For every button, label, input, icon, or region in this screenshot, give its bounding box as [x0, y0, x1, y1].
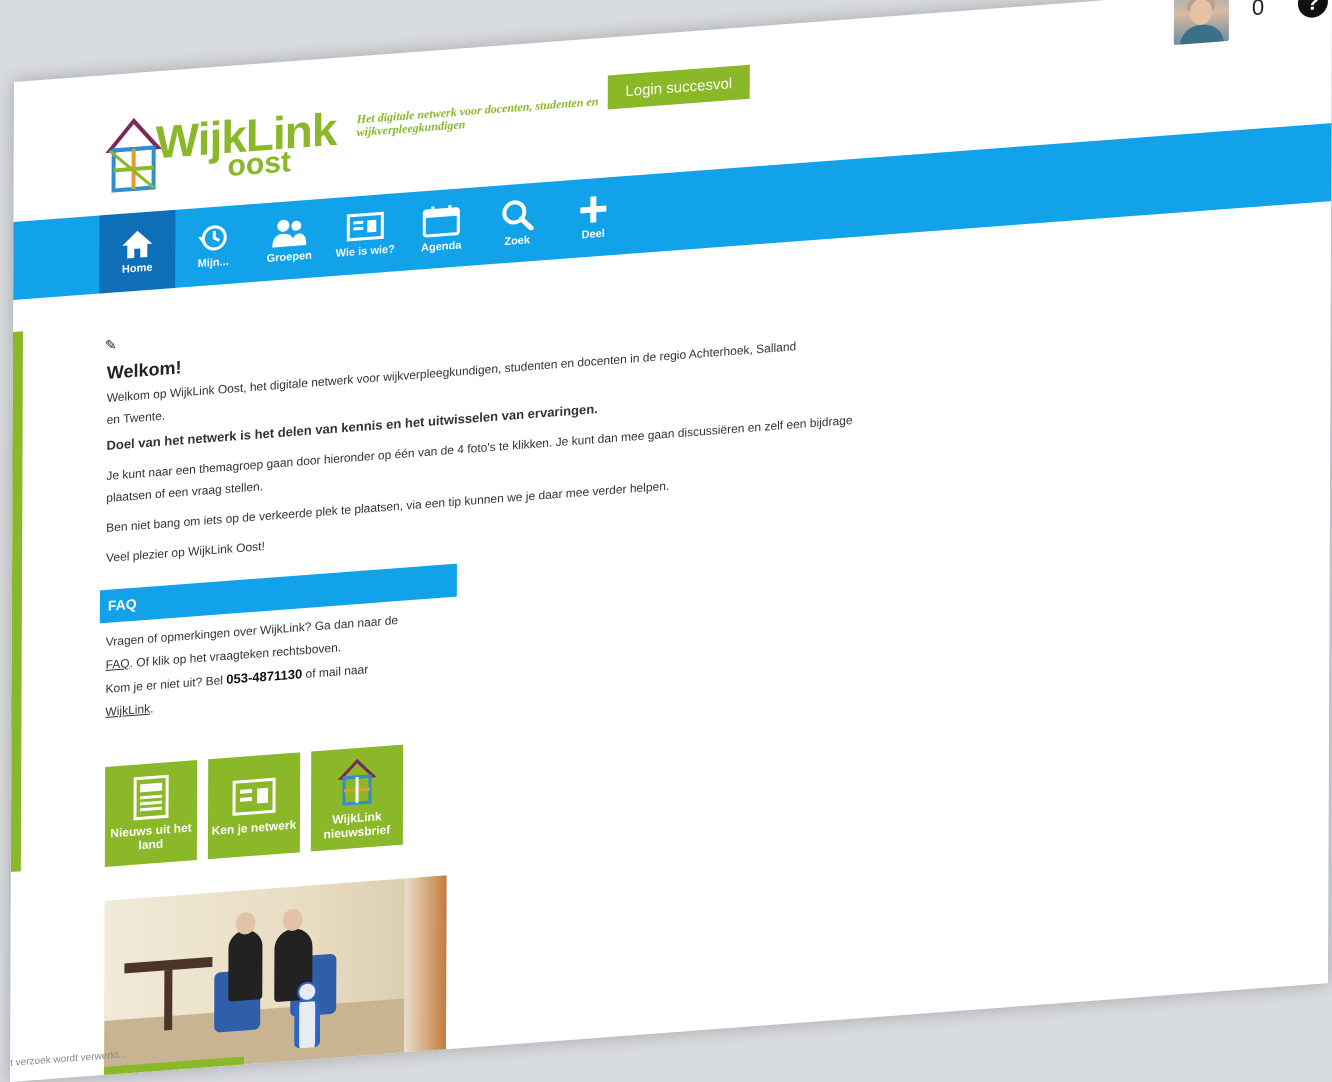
notification-count[interactable]: 0: [1252, 0, 1264, 21]
nav-groepen[interactable]: Groepen: [251, 198, 327, 282]
wijklink-logo[interactable]: WijkLink oost: [105, 97, 345, 201]
tile-label: WijkLink nieuwsbrief: [311, 808, 403, 843]
tile-label: Ken je netwerk: [212, 818, 297, 838]
home-icon: [120, 227, 154, 260]
history-icon: [196, 222, 230, 255]
logo-subtext: oost: [228, 147, 291, 182]
tile-label: Nieuws uit het land: [105, 820, 197, 855]
nav-label: Mijn...: [198, 256, 229, 270]
login-success-badge: Login succesvol: [608, 65, 750, 110]
groups-icon: [269, 216, 309, 249]
nav-label: Home: [122, 262, 153, 276]
search-icon: [500, 198, 534, 233]
tile-nieuws[interactable]: Nieuws uit het land: [105, 760, 197, 867]
plus-icon: [578, 193, 608, 225]
contact-card-icon: [231, 775, 277, 818]
nav-label: Deel: [582, 228, 605, 242]
banner-photo[interactable]: [104, 875, 447, 1075]
faq-period: .: [150, 701, 153, 715]
edit-pencil-icon[interactable]: ✎: [105, 336, 117, 354]
faq-link[interactable]: FAQ: [106, 656, 130, 672]
help-icon[interactable]: ?: [1298, 0, 1328, 19]
faq-text: Vragen of opmerkingen over WijkLink? Ga …: [105, 605, 455, 724]
phone-number: 053-4871130: [226, 666, 302, 687]
welcome-title: Welkom!: [107, 357, 182, 384]
user-area: 0 ?: [1122, 0, 1332, 59]
tile-ken-je-netwerk[interactable]: Ken je netwerk: [208, 752, 300, 859]
calendar-icon: [421, 203, 461, 238]
mail-link[interactable]: WijkLink: [105, 702, 150, 719]
nav-zoek[interactable]: Zoek: [479, 181, 555, 265]
nav-mijn[interactable]: Mijn...: [175, 204, 251, 288]
nav-wie-is-wie[interactable]: Wie is wie?: [327, 193, 403, 277]
site-tagline: Het digitale netwerk voor docenten, stud…: [357, 95, 607, 140]
nav-label: Groepen: [267, 250, 312, 265]
contact-card-icon: [345, 210, 385, 243]
nav-label: Wie is wie?: [336, 243, 395, 259]
nav-home[interactable]: Home: [99, 210, 175, 294]
faq-line: of mail naar: [302, 662, 368, 681]
robot-figure: [290, 980, 324, 1049]
browser-page: WijkLink oost Het digitale netwerk voor …: [10, 0, 1332, 1082]
nav-deel[interactable]: Deel: [555, 176, 631, 260]
logo-house-icon: [105, 111, 161, 201]
nav-agenda[interactable]: Agenda: [403, 187, 479, 271]
newspaper-icon: [131, 774, 171, 821]
nav-label: Zoek: [504, 234, 530, 248]
nav-label: Agenda: [421, 239, 461, 254]
faq-line: Kom je er niet uit? Bel: [106, 673, 227, 696]
avatar[interactable]: [1174, 0, 1229, 45]
tile-nieuwsbrief[interactable]: WijkLink nieuwsbrief: [311, 745, 403, 852]
logo-house-icon: [337, 756, 377, 809]
side-accent-strip: [11, 331, 23, 872]
